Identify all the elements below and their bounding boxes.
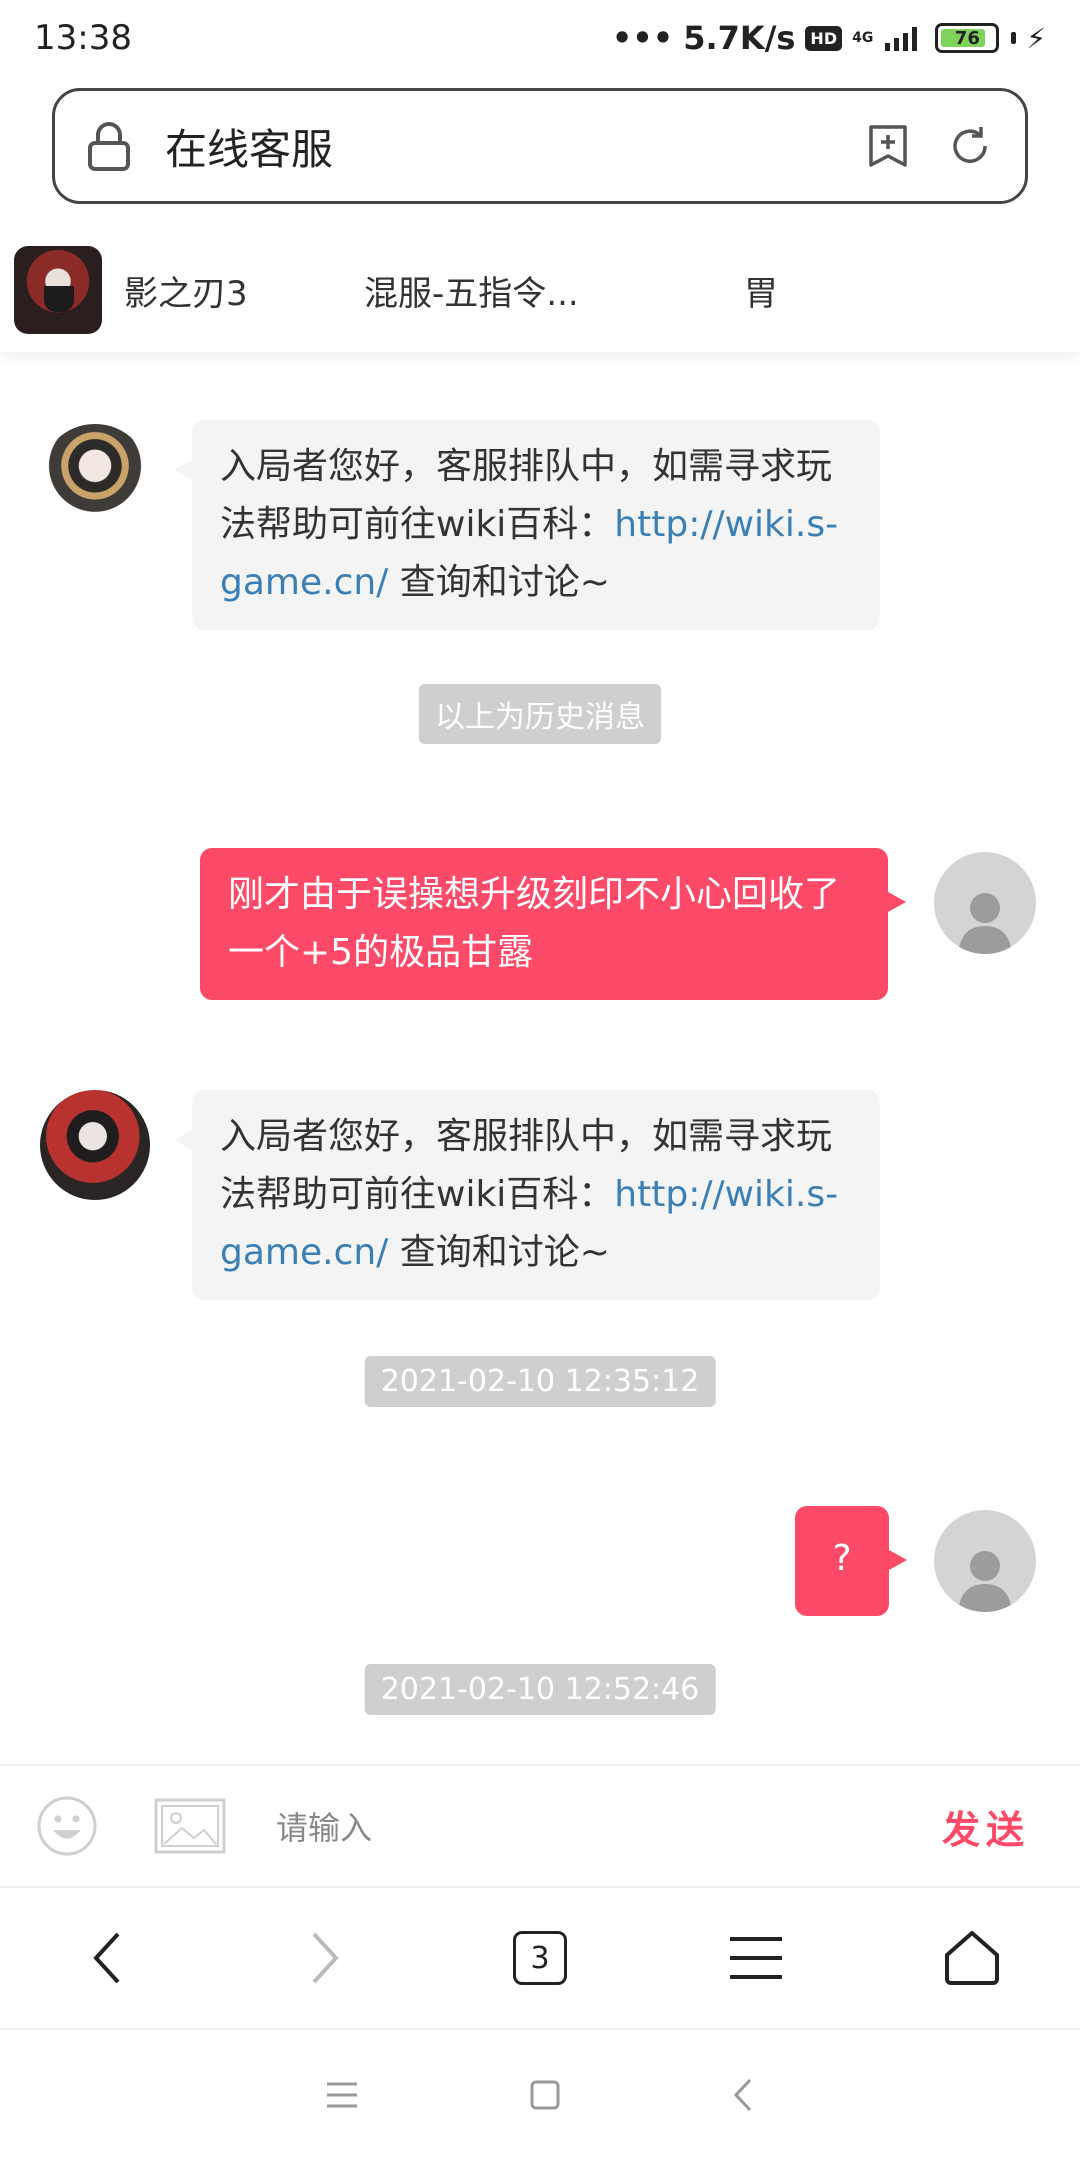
cellular-signal-icon <box>885 27 918 51</box>
page-title: 在线客服 <box>165 124 334 174</box>
agent-avatar <box>40 1090 150 1200</box>
lock-icon <box>88 122 130 171</box>
back-arrow-icon <box>93 1932 120 1984</box>
emoji-icon[interactable] <box>36 1795 98 1857</box>
game-icon <box>14 246 102 334</box>
message-input-bar: 请输入 发送 <box>0 1764 1080 1888</box>
forward-button[interactable] <box>269 1903 379 2013</box>
message-input[interactable]: 请输入 <box>276 1803 942 1849</box>
user-message: ? <box>795 1506 907 1616</box>
message-text: 查询和讨论~ <box>388 1232 610 1273</box>
signal-dots-icon: ••• <box>611 19 674 57</box>
user-message: 刚才由于误操想升级刻印不小心回收了一个+5的极品甘露 <box>200 848 906 1000</box>
menu-icon <box>730 1937 782 1979</box>
message-timestamp: 2021-02-10 12:35:12 <box>364 1356 716 1407</box>
status-bar: 13:38 ••• 5.7K/s HD 4G 76 ⚡ <box>0 0 1080 76</box>
server-name: 混服-五指令... <box>364 273 579 314</box>
image-icon[interactable] <box>154 1798 226 1854</box>
message-text: ? <box>832 1538 852 1579</box>
system-back-icon[interactable] <box>731 2077 755 2113</box>
agent-message: 入局者您好，客服排队中，如需寻求玩法帮助可前往wiki百科：http://wik… <box>174 420 880 630</box>
role-name: 胃 <box>744 273 778 314</box>
battery-level: 76 <box>954 27 980 49</box>
network-type-label: 4G <box>852 30 874 46</box>
message-timestamp: 2021-02-10 12:52:46 <box>364 1664 716 1715</box>
user-avatar <box>934 1510 1036 1612</box>
send-button[interactable]: 发送 <box>942 1799 1030 1854</box>
chat-area[interactable]: 入局者您好，客服排队中，如需寻求玩法帮助可前往wiki百科：http://wik… <box>0 352 1080 1764</box>
home-button[interactable] <box>917 1903 1027 2013</box>
battery-icon: 76 <box>935 23 1000 53</box>
refresh-icon[interactable] <box>947 123 993 169</box>
add-bookmark-icon[interactable] <box>865 123 911 169</box>
game-info-header: 影之刃3 混服-五指令... 胃 <box>0 228 1080 352</box>
network-type: 4G <box>852 31 873 45</box>
tabs-button[interactable]: 3 <box>485 1903 595 2013</box>
net-speed: 5.7K/s <box>683 19 796 57</box>
menu-button[interactable] <box>701 1903 811 2013</box>
status-time: 13:38 <box>34 18 132 58</box>
tab-count: 3 <box>513 1931 567 1985</box>
message-text: 查询和讨论~ <box>388 562 610 603</box>
back-button[interactable] <box>53 1903 163 2013</box>
user-silhouette-icon <box>958 1551 1012 1612</box>
system-nav-bar <box>0 2030 1080 2160</box>
game-name: 影之刃3 <box>124 273 248 314</box>
recent-apps-icon[interactable] <box>325 2080 359 2110</box>
forward-arrow-icon <box>312 1932 339 1984</box>
status-indicators: ••• 5.7K/s HD 4G 76 ⚡ <box>612 19 1046 57</box>
agent-avatar <box>40 424 150 534</box>
user-avatar <box>934 852 1036 954</box>
home-icon <box>945 1931 999 1985</box>
browser-toolbar: 3 <box>0 1888 1080 2030</box>
message-text: 刚才由于误操想升级刻印不小心回收了一个+5的极品甘露 <box>228 874 841 973</box>
charging-icon: ⚡ <box>1026 21 1046 55</box>
agent-message: 入局者您好，客服排队中，如需寻求玩法帮助可前往wiki百科：http://wik… <box>174 1090 880 1300</box>
system-home-icon[interactable] <box>529 2079 561 2111</box>
history-divider: 以上为历史消息 <box>419 684 661 744</box>
hd-badge: HD <box>805 25 843 51</box>
address-bar[interactable]: 在线客服 <box>52 88 1028 204</box>
user-silhouette-icon <box>958 893 1012 954</box>
